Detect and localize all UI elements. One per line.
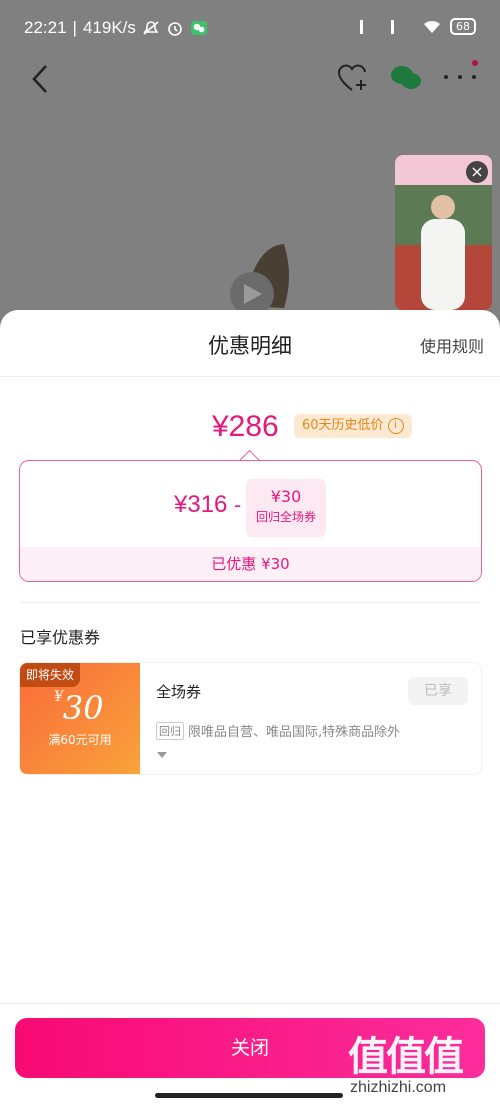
coupon-chip-amount: ¥30 — [270, 487, 302, 506]
info-icon[interactable]: i — [387, 418, 404, 434]
live-video-thumbnail[interactable]: × — [395, 155, 492, 310]
price-calculation-box: ¥316 - ¥30 回归全场券 已优惠 ¥30 — [19, 460, 482, 582]
coupon-amount-value: 30 — [62, 689, 104, 727]
original-price: ¥316 — [174, 491, 228, 518]
network-speed: 419K/s — [82, 18, 136, 37]
sheet-header: 优惠明细 使用规则 — [0, 310, 500, 377]
coupon-value-panel: 即将失效 ¥30 满60元可用 — [20, 663, 140, 774]
coupon-perforation — [136, 663, 144, 774]
status-bar: 22:21 | 419K/s 68 — [0, 0, 500, 56]
watermark-url: zhizhizhi.com — [350, 1079, 447, 1096]
product-image — [230, 244, 289, 316]
coupon-card: 即将失效 ¥30 满60元可用 全场券 已享 回归 限唯品自营、唯品国际,特殊商… — [19, 662, 482, 775]
favorite-add-icon[interactable] — [337, 62, 371, 94]
wechat-notification-icon — [190, 21, 207, 35]
coupon-currency: ¥ — [54, 689, 63, 705]
more-options-icon[interactable] — [442, 60, 482, 90]
discount-detail-sheet: 优惠明细 使用规则 ¥286 60天历史低价 i ¥316 - ¥30 回归全场… — [0, 310, 500, 1112]
alarm-icon — [168, 22, 182, 36]
low-price-badge-label: 60天历史低价 — [302, 418, 384, 433]
coupon-chip: ¥30 回归全场券 — [246, 479, 326, 537]
final-price-row: ¥286 60天历史低价 i — [0, 410, 500, 450]
back-arrow-icon[interactable] — [30, 64, 50, 94]
section-title: 已享优惠券 — [20, 628, 101, 647]
minus-sign: - — [234, 493, 242, 517]
close-video-icon[interactable]: × — [466, 161, 488, 183]
coupon-name: 全场券 — [156, 683, 202, 701]
coupon-condition: 满60元可用 — [48, 733, 112, 747]
final-price: ¥286 — [212, 410, 279, 443]
sheet-footer: 关闭 值值值 zhizhizhi.com — [0, 1003, 500, 1112]
expand-down-icon[interactable] — [156, 751, 168, 759]
coupon-amount: ¥30 — [54, 689, 104, 727]
coupon-scope: 回归 限唯品自营、唯品国际,特殊商品除外 — [156, 721, 400, 740]
mute-icon — [143, 21, 159, 35]
signal-icon — [360, 19, 383, 34]
watermark-logo: 值值值 — [348, 1033, 464, 1080]
coupon-chip-label: 回归全场券 — [255, 510, 316, 524]
divider — [20, 602, 480, 603]
wifi-icon — [424, 20, 440, 33]
usage-rules-link[interactable]: 使用规则 — [420, 333, 484, 357]
product-nav-bar — [0, 60, 500, 100]
home-indicator[interactable] — [155, 1093, 343, 1098]
saved-amount: 已优惠 ¥30 — [20, 547, 481, 581]
coupon-status-button[interactable]: 已享 — [408, 677, 468, 705]
scope-tag: 回归 — [156, 721, 184, 740]
expiring-tag: 即将失效 — [20, 663, 81, 687]
status-time: 22:21 — [24, 18, 67, 37]
scope-text: 限唯品自营、唯品国际,特殊商品除外 — [188, 725, 401, 740]
wechat-share-icon[interactable] — [390, 64, 422, 92]
low-price-badge[interactable]: 60天历史低价 i — [294, 414, 412, 438]
signal-icon-2 — [391, 19, 414, 34]
battery-icon: 68 — [450, 18, 476, 35]
product-page-background: 22:21 | 419K/s 68 × — [0, 0, 500, 330]
